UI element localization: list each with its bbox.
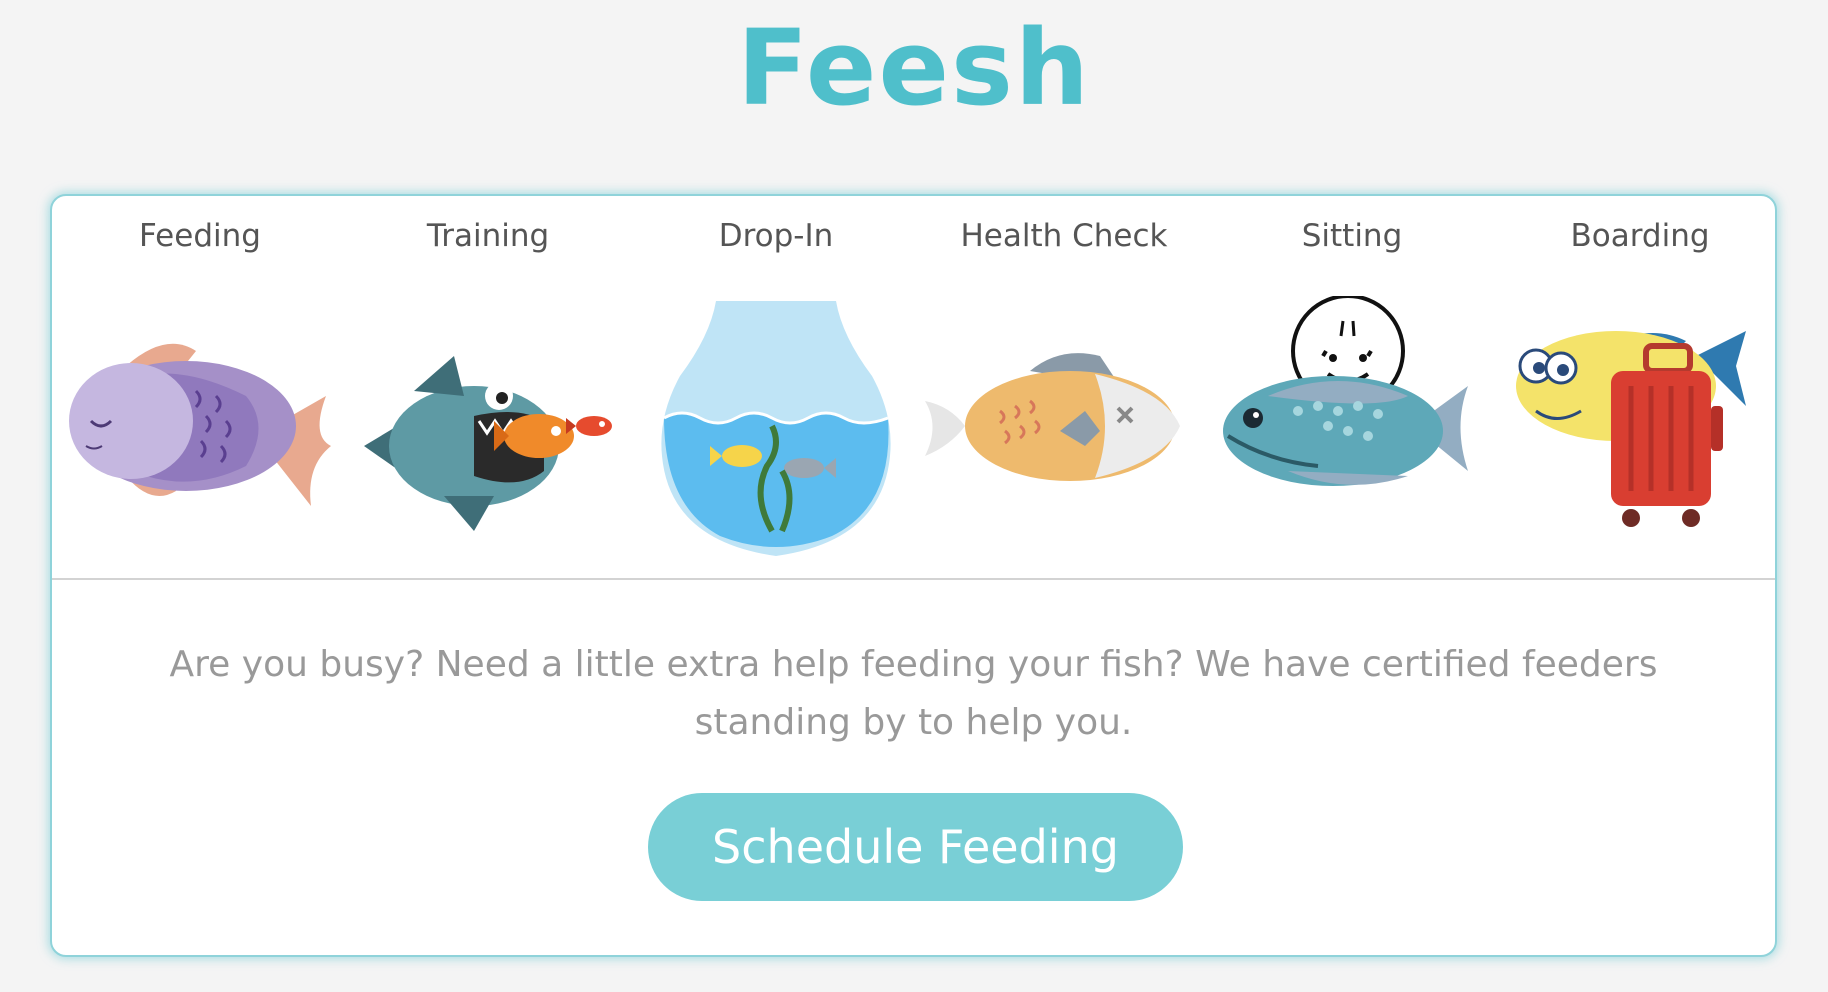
fishbowl-icon bbox=[661, 301, 891, 556]
service-tabs: Feeding Training Drop-In Health Check Si… bbox=[52, 196, 1775, 578]
tab-sitting[interactable]: Sitting bbox=[1208, 196, 1496, 578]
tab-feeding[interactable]: Feeding bbox=[56, 196, 344, 578]
tab-health-check[interactable]: Health Check bbox=[920, 196, 1208, 578]
divider bbox=[52, 578, 1775, 580]
tab-drop-in[interactable]: Drop-In bbox=[632, 196, 920, 578]
tab-label: Sitting bbox=[1301, 218, 1403, 254]
big-fish-chasing-icon bbox=[364, 356, 612, 531]
service-description: Are you busy? Need a little extra help f… bbox=[169, 644, 1658, 743]
baby-fish-icon bbox=[1223, 296, 1468, 486]
fish-skeleton-icon bbox=[925, 353, 1180, 481]
brand-logo: Feesh bbox=[737, 7, 1091, 129]
sleeping-fish-icon bbox=[69, 343, 331, 506]
tab-label: Feeding bbox=[139, 218, 261, 254]
fish-suitcase-icon bbox=[1516, 331, 1746, 527]
tab-boarding[interactable]: Boarding bbox=[1496, 196, 1784, 578]
schedule-feeding-button[interactable]: Schedule Feeding bbox=[648, 793, 1183, 901]
services-card: Feeding Training Drop-In Health Check Si… bbox=[50, 194, 1777, 957]
tab-label: Boarding bbox=[1570, 218, 1710, 254]
tab-training[interactable]: Training bbox=[344, 196, 632, 578]
tab-label: Drop-In bbox=[718, 218, 834, 254]
tab-label: Training bbox=[426, 218, 550, 254]
tab-label: Health Check bbox=[960, 218, 1168, 254]
